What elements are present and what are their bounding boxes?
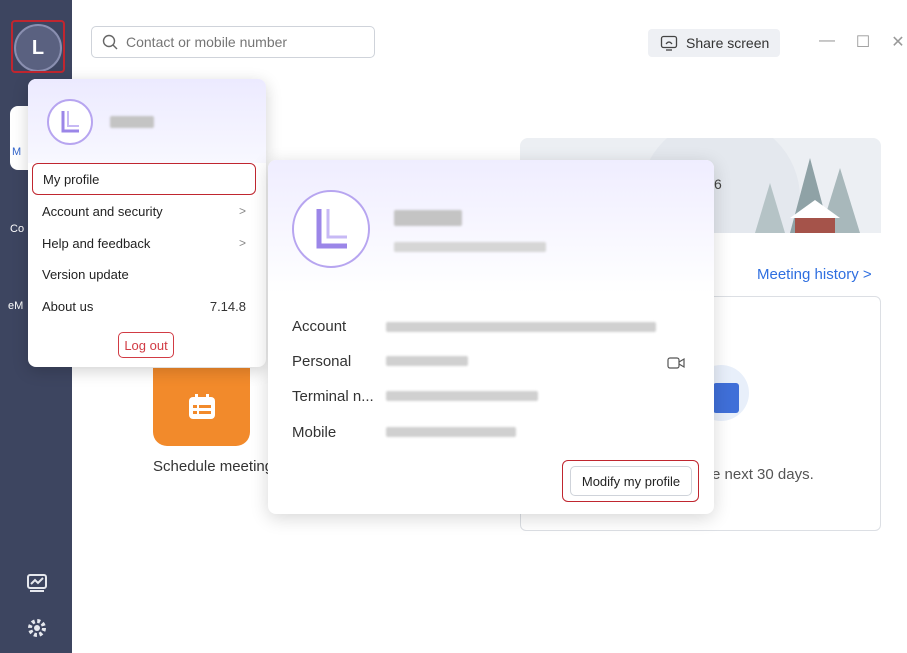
empty-state-text: e next 30 days. <box>712 466 814 483</box>
menu-item-about-us[interactable]: About us 7.14.8 <box>32 290 256 322</box>
personal-value-redacted <box>386 356 468 366</box>
account-value-redacted <box>386 322 656 332</box>
menu-avatar <box>47 99 93 145</box>
contact-search-box[interactable] <box>91 26 375 58</box>
chevron-right-icon: > <box>238 236 246 250</box>
meeting-history-label: Meeting history <box>757 266 859 283</box>
meeting-history-link[interactable]: Meeting history > <box>757 266 872 283</box>
field-label-personal: Personal <box>292 353 352 370</box>
minimize-button[interactable]: — <box>817 32 837 50</box>
banner-date: 6 <box>714 176 722 192</box>
field-label-terminal: Terminal n... <box>292 388 374 405</box>
whiteboard-icon[interactable] <box>26 572 48 594</box>
calendar-icon <box>188 394 215 419</box>
menu-item-label: About us <box>42 298 94 314</box>
search-input[interactable] <box>126 34 356 50</box>
schedule-meeting-label: Schedule meeting <box>153 458 270 475</box>
field-label-mobile: Mobile <box>292 424 337 441</box>
profile-avatar <box>292 190 370 268</box>
rail-item-label: M <box>12 146 22 158</box>
share-screen-button[interactable]: Share screen <box>648 29 780 57</box>
profile-email-redacted <box>394 242 546 252</box>
settings-gear-icon[interactable] <box>26 617 48 639</box>
account-dropdown-menu: My profile Account and security > Help a… <box>28 79 266 367</box>
close-button[interactable]: ✕ <box>888 32 907 52</box>
share-screen-label: Share screen <box>686 35 770 51</box>
modify-profile-button[interactable]: Modify my profile <box>570 466 692 496</box>
schedule-meeting-tile[interactable] <box>153 368 250 446</box>
mobile-value-redacted <box>386 427 516 437</box>
chevron-right-icon: > <box>862 266 872 283</box>
menu-item-label: My profile <box>43 171 100 187</box>
share-screen-icon <box>660 35 678 51</box>
rail-item-contacts[interactable]: Co <box>10 223 24 235</box>
brand-l-logo-icon <box>316 209 347 249</box>
profile-card: Account Personal Terminal n... Mobile Mo… <box>268 160 714 514</box>
menu-item-label: Version update <box>42 266 129 282</box>
terminal-value-redacted <box>386 391 538 401</box>
rail-item-emeeting[interactable]: eM <box>8 300 23 312</box>
profile-name-redacted <box>394 210 462 226</box>
username-redacted <box>110 116 154 128</box>
menu-item-label: Help and feedback <box>42 235 151 251</box>
empty-state-illustration <box>711 365 749 421</box>
avatar-highlight-box <box>11 20 65 73</box>
menu-item-version-update[interactable]: Version update <box>32 258 256 290</box>
search-icon <box>102 34 118 50</box>
logout-button[interactable]: Log out <box>118 332 174 358</box>
menu-item-help-feedback[interactable]: Help and feedback > <box>32 227 256 259</box>
version-number: 7.14.8 <box>209 298 246 314</box>
video-camera-icon[interactable] <box>667 356 685 370</box>
menu-item-label: Account and security <box>42 203 163 219</box>
maximize-button[interactable]: ☐ <box>853 32 873 52</box>
brand-l-logo-icon <box>61 111 79 133</box>
field-label-account: Account <box>292 318 347 335</box>
menu-item-account-security[interactable]: Account and security > <box>32 195 256 227</box>
chevron-right-icon: > <box>238 204 246 218</box>
menu-item-my-profile[interactable]: My profile <box>32 163 256 195</box>
